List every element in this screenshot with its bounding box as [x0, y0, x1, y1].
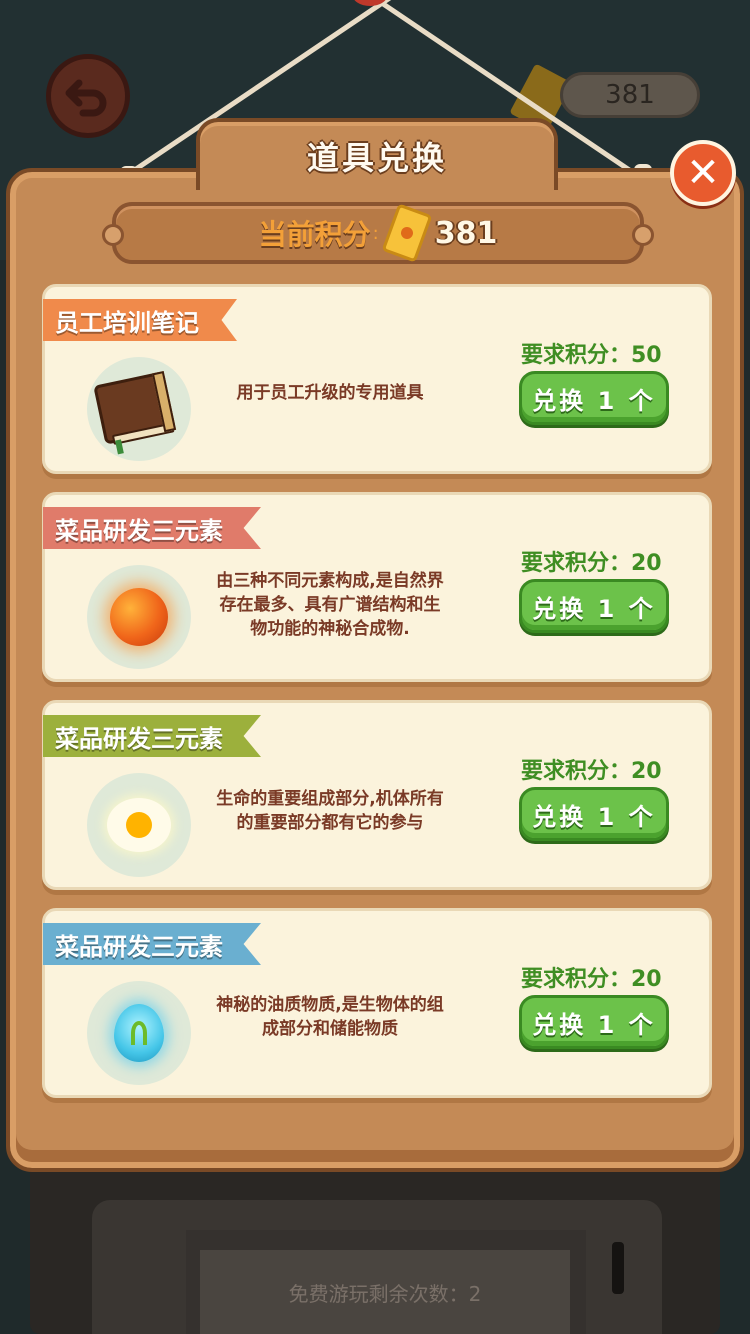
free-plays-remaining: 免费游玩剩余次数：2	[200, 1250, 570, 1334]
item-requirement: 要求积分：20	[521, 967, 662, 992]
item-card-element-1: 菜品研发三元素 由三种不同元素构成,是自然界 存在最多、具有广谱结构和生 物功能…	[42, 492, 712, 682]
item-description: 用于员工升级的专用道具	[195, 381, 465, 405]
nail-decoration-left	[102, 224, 124, 246]
item-requirement: 要求积分：20	[521, 551, 662, 576]
item-icon-frame	[87, 565, 191, 669]
item-description-line: 存在最多、具有广谱结构和生	[219, 595, 441, 615]
item-requirement: 要求积分：20	[521, 759, 662, 784]
exchange-button[interactable]: 兑换 1 个	[519, 371, 669, 425]
item-icon-frame	[87, 773, 191, 877]
close-button[interactable]: ✕	[670, 140, 736, 206]
dialog-title-tab: 道具兑换	[196, 118, 558, 190]
dialog-title: 道具兑换	[306, 139, 447, 177]
close-icon: ✕	[686, 150, 720, 196]
current-points-value: 381	[434, 215, 498, 251]
item-ribbon: 员工培训笔记	[43, 299, 237, 341]
item-icon-frame	[87, 357, 191, 461]
item-description-line: 由三种不同元素构成,是自然界	[216, 571, 444, 591]
book-icon	[92, 365, 185, 455]
current-points-bar: 当前积分 : 381	[102, 202, 654, 264]
item-description-line: 成部分和储能物质	[262, 1019, 398, 1039]
item-card-element-3: 菜品研发三元素 神秘的油质物质,是生物体的组 成部分和储能物质 要求积分：20 …	[42, 908, 712, 1098]
exchange-button[interactable]: 兑换 1 个	[519, 579, 669, 633]
item-description-line: 神秘的油质物质,是生物体的组	[216, 995, 444, 1015]
item-card-element-2: 菜品研发三元素 生命的重要组成部分,机体所有 的重要部分都有它的参与 要求积分：…	[42, 700, 712, 890]
item-description: 由三种不同元素构成,是自然界 存在最多、具有广谱结构和生 物功能的神秘合成物.	[195, 569, 465, 641]
orange-orb-icon	[110, 588, 168, 646]
current-points-label: 当前积分	[258, 218, 371, 251]
item-icon-frame	[87, 981, 191, 1085]
item-description: 神秘的油质物质,是生物体的组 成部分和储能物质	[195, 993, 465, 1041]
back-button[interactable]	[46, 54, 130, 138]
item-ribbon: 菜品研发三元素	[43, 923, 261, 965]
exchange-button[interactable]: 兑换 1 个	[519, 787, 669, 841]
item-description-line: 物功能的神秘合成物.	[250, 619, 410, 639]
item-ribbon: 菜品研发三元素	[43, 715, 261, 757]
item-description-line: 用于员工升级的专用道具	[236, 383, 424, 403]
egg-icon	[107, 798, 171, 852]
item-ribbon: 菜品研发三元素	[43, 507, 261, 549]
item-card-training-notes: 员工培训笔记 用于员工升级的专用道具 要求积分：50 兑换 1 个	[42, 284, 712, 474]
item-description-line: 的重要部分都有它的参与	[236, 813, 424, 833]
undo-arrow-icon	[65, 79, 107, 117]
oil-drop-icon	[114, 1004, 164, 1062]
current-points-colon: :	[372, 222, 379, 244]
nail-decoration-right	[632, 224, 654, 246]
ticket-icon	[381, 203, 433, 263]
machine-indicator	[612, 1242, 624, 1294]
item-description: 生命的重要组成部分,机体所有 的重要部分都有它的参与	[195, 787, 465, 835]
background-score: 381	[560, 72, 700, 118]
exchange-button[interactable]: 兑换 1 个	[519, 995, 669, 1049]
item-requirement: 要求积分：50	[521, 343, 662, 368]
item-description-line: 生命的重要组成部分,机体所有	[216, 789, 444, 809]
